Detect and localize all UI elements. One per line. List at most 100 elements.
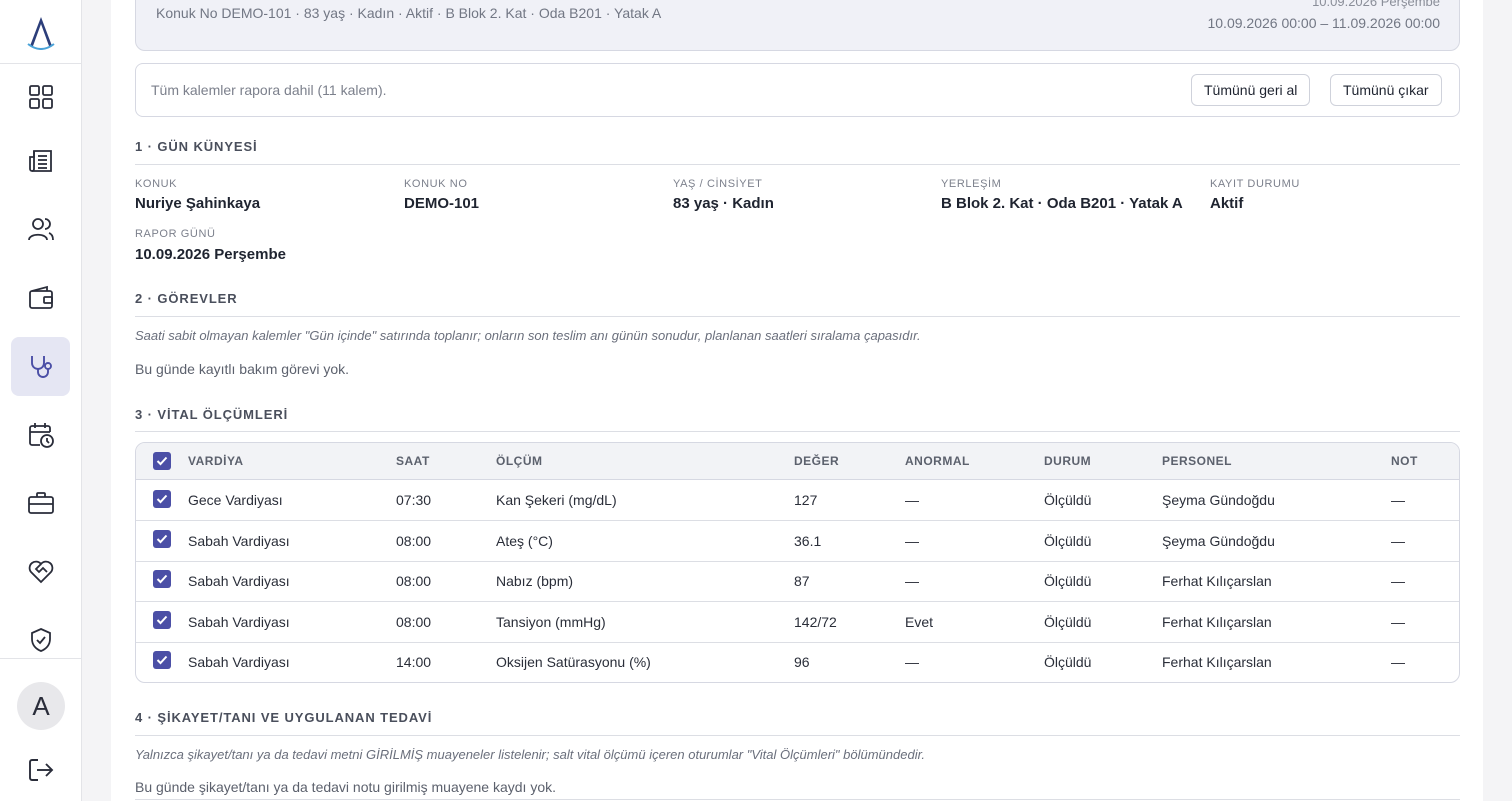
cell-measure: Kan Şekeri (mg/dL) bbox=[496, 492, 617, 508]
nav-wallet[interactable] bbox=[11, 268, 70, 327]
table-row[interactable]: Sabah Vardiyası 08:00 Tansiyon (mmHg) 14… bbox=[136, 602, 1459, 643]
record-status: Aktif bbox=[1210, 195, 1244, 212]
report-range: 10.09.2026 00:00 – 11.09.2026 00:00 bbox=[1207, 15, 1440, 31]
inclusion-status: Tüm kalemler rapora dahil (11 kalem). bbox=[151, 82, 387, 98]
user-avatar[interactable]: A bbox=[17, 682, 65, 730]
tasks-note: Saati sabit olmayan kalemler "Gün içinde… bbox=[135, 328, 921, 343]
column-header-time[interactable]: SAAT bbox=[396, 454, 430, 468]
section-title-day-info: 1 · GÜN KÜNYESİ bbox=[135, 139, 258, 154]
users-icon bbox=[27, 217, 54, 240]
cell-note: — bbox=[1391, 654, 1405, 670]
check-icon bbox=[156, 494, 168, 504]
check-icon bbox=[156, 456, 168, 466]
column-header-shift[interactable]: VARDİYA bbox=[188, 454, 244, 468]
resident-name: Nuriye Şahinkaya bbox=[135, 195, 261, 212]
section-divider bbox=[135, 164, 1460, 165]
cell-note: — bbox=[1391, 492, 1405, 508]
column-header-abnormal[interactable]: ANORMAL bbox=[905, 454, 970, 468]
cell-staff: Ferhat Kılıçarslan bbox=[1162, 654, 1272, 670]
nav-staff[interactable] bbox=[11, 473, 70, 532]
section-title-tasks: 2 · GÖREVLER bbox=[135, 291, 238, 306]
resident-subtitle: Konuk No DEMO-101 · 83 yaş · Kadın · Akt… bbox=[156, 5, 662, 21]
row-checkbox[interactable] bbox=[153, 570, 171, 588]
column-header-note[interactable]: NOT bbox=[1391, 454, 1418, 468]
row-checkbox[interactable] bbox=[153, 490, 171, 508]
column-header-value[interactable]: DEĞER bbox=[794, 454, 839, 468]
record-status-label: KAYIT DURUMU bbox=[1210, 178, 1300, 190]
row-checkbox[interactable] bbox=[153, 530, 171, 548]
section-title-vitals: 3 · VİTAL ÖLÇÜMLERİ bbox=[135, 407, 289, 422]
calendar-clock-icon bbox=[28, 422, 54, 448]
cell-status: Ölçüldü bbox=[1044, 492, 1092, 508]
table-row[interactable]: Gece Vardiyası 07:30 Kan Şekeri (mg/dL) … bbox=[136, 480, 1459, 521]
nav-health[interactable] bbox=[11, 337, 70, 396]
briefcase-icon bbox=[27, 491, 54, 514]
placement-label: YERLEŞİM bbox=[941, 178, 1002, 190]
section-divider bbox=[135, 735, 1460, 736]
logo-icon bbox=[27, 16, 55, 50]
nav-reports[interactable] bbox=[11, 131, 70, 190]
cell-time: 07:30 bbox=[396, 492, 432, 508]
remove-all-button[interactable]: Tümünü çıkar bbox=[1330, 74, 1442, 106]
check-icon bbox=[156, 655, 168, 665]
stethoscope-icon bbox=[30, 355, 52, 378]
table-header: VARDİYA SAAT ÖLÇÜM DEĞER ANORMAL DURUM P… bbox=[136, 443, 1459, 480]
cell-abnormal: Evet bbox=[905, 614, 934, 630]
cell-status: Ölçüldü bbox=[1044, 573, 1092, 589]
cell-status: Ölçüldü bbox=[1044, 533, 1092, 549]
column-header-measure[interactable]: ÖLÇÜM bbox=[496, 454, 543, 468]
avatar-initial: A bbox=[32, 690, 50, 721]
table-row[interactable]: Sabah Vardiyası 08:00 Ateş (°C) 36.1 — Ö… bbox=[136, 521, 1459, 562]
cell-note: — bbox=[1391, 614, 1405, 630]
section-divider bbox=[135, 799, 1460, 800]
resident-label: KONUK bbox=[135, 178, 178, 190]
shield-check-icon bbox=[30, 627, 51, 652]
select-all-checkbox[interactable] bbox=[153, 452, 171, 470]
cell-value: 96 bbox=[794, 654, 810, 670]
nav-residents[interactable] bbox=[11, 199, 70, 258]
sidebar: A bbox=[0, 0, 82, 801]
row-checkbox[interactable] bbox=[153, 611, 171, 629]
cell-staff: Şeyma Gündoğdu bbox=[1162, 533, 1275, 549]
logout-icon[interactable] bbox=[26, 755, 56, 785]
nav-security[interactable] bbox=[11, 610, 70, 669]
cell-staff: Şeyma Gündoğdu bbox=[1162, 492, 1275, 508]
vitals-table: VARDİYA SAAT ÖLÇÜM DEĞER ANORMAL DURUM P… bbox=[135, 442, 1460, 683]
undo-all-button[interactable]: Tümünü geri al bbox=[1191, 74, 1311, 106]
sidebar-divider bbox=[0, 658, 82, 659]
cell-time: 08:00 bbox=[396, 614, 432, 630]
grid-icon bbox=[28, 84, 53, 109]
table-row[interactable]: Sabah Vardiyası 08:00 Nabız (bpm) 87 — Ö… bbox=[136, 561, 1459, 602]
cell-shift: Gece Vardiyası bbox=[188, 492, 283, 508]
nav-dashboard[interactable] bbox=[11, 67, 70, 126]
cell-staff: Ferhat Kılıçarslan bbox=[1162, 614, 1272, 630]
column-header-status[interactable]: DURUM bbox=[1044, 454, 1091, 468]
row-checkbox[interactable] bbox=[153, 651, 171, 669]
cell-measure: Oksijen Satürasyonu (%) bbox=[496, 654, 651, 670]
nav-care[interactable] bbox=[11, 542, 70, 601]
newspaper-icon bbox=[28, 149, 52, 172]
column-header-staff[interactable]: PERSONEL bbox=[1162, 454, 1232, 468]
main-content: Konuk No DEMO-101 · 83 yaş · Kadın · Akt… bbox=[111, 0, 1483, 801]
section-divider bbox=[135, 316, 1460, 317]
check-icon bbox=[156, 534, 168, 544]
cell-value: 87 bbox=[794, 573, 810, 589]
app-logo[interactable] bbox=[0, 0, 82, 64]
complaints-empty-message: Bu günde şikayet/tanı ya da tedavi notu … bbox=[135, 779, 557, 795]
report-day: 10.09.2026 Perşembe bbox=[135, 246, 286, 263]
tasks-empty-message: Bu günde kayıtlı bakım görevi yok. bbox=[135, 361, 349, 377]
cell-shift: Sabah Vardiyası bbox=[188, 573, 290, 589]
section-title-complaints: 4 · ŞİKAYET/TANI VE UYGULANAN TEDAVİ bbox=[135, 710, 433, 725]
cell-value: 36.1 bbox=[794, 533, 822, 549]
cell-shift: Sabah Vardiyası bbox=[188, 654, 290, 670]
table-row[interactable]: Sabah Vardiyası 14:00 Oksijen Satürasyon… bbox=[136, 642, 1459, 682]
cell-time: 14:00 bbox=[396, 654, 432, 670]
report-date: 10.09.2026 Perşembe bbox=[1312, 0, 1440, 9]
cell-note: — bbox=[1391, 573, 1405, 589]
nav-schedule[interactable] bbox=[11, 405, 70, 464]
check-icon bbox=[156, 574, 168, 584]
check-icon bbox=[156, 615, 168, 625]
cell-abnormal: — bbox=[905, 654, 919, 670]
cell-shift: Sabah Vardiyası bbox=[188, 614, 290, 630]
cell-time: 08:00 bbox=[396, 573, 432, 589]
